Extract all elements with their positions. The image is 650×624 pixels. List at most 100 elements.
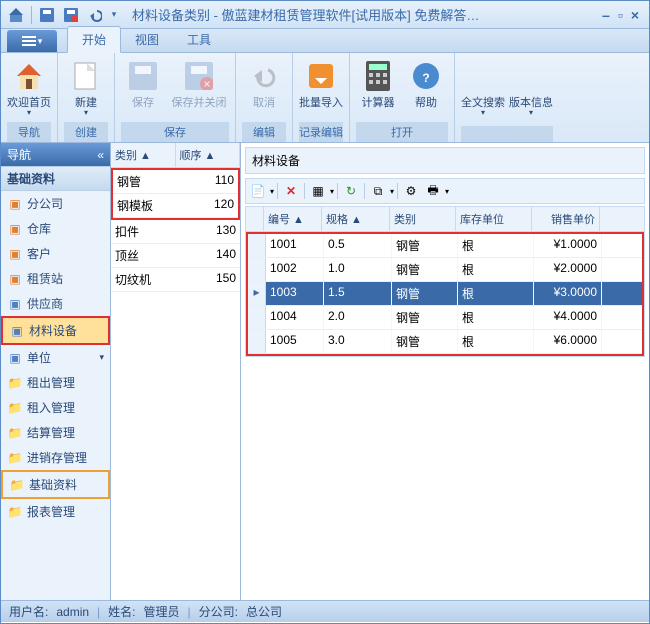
nav-collapse-icon[interactable]: « xyxy=(97,148,104,162)
grid-row[interactable]: 10042.0钢管根¥4.0000 xyxy=(248,306,642,330)
status-name-value: 管理员 xyxy=(144,603,180,620)
app-menu-button[interactable]: ▾ xyxy=(7,30,57,52)
window-controls: – ▫ × xyxy=(592,7,649,23)
nav-section-header[interactable]: 基础资料 xyxy=(1,166,110,191)
qat-dropdown-icon[interactable]: ▾ xyxy=(108,4,120,26)
group-open: 计算器 ? 帮助 打开 xyxy=(350,53,455,142)
category-row[interactable]: 钢模板120 xyxy=(113,194,238,218)
nav-item[interactable]: 📁报表管理 xyxy=(1,499,110,524)
maximize-button[interactable]: ▫ xyxy=(618,7,623,23)
calculator-button[interactable]: 计算器 xyxy=(356,57,400,122)
undo-icon[interactable] xyxy=(84,4,106,26)
import-icon xyxy=(305,60,337,92)
tab-tools[interactable]: 工具 xyxy=(173,27,225,52)
nav-item-icon: 📁 xyxy=(7,400,23,416)
nav-item-label: 租出管理 xyxy=(27,374,75,391)
col-cat[interactable]: 类别 xyxy=(390,207,456,231)
close-button[interactable]: × xyxy=(631,7,639,23)
nav-item[interactable]: ▣仓库 xyxy=(1,216,110,241)
nav-item[interactable]: ▣客户 xyxy=(1,241,110,266)
home-icon[interactable] xyxy=(5,4,27,26)
nav-item[interactable]: 📁进销存管理 xyxy=(1,445,110,470)
batch-import-button[interactable]: 批量导入 xyxy=(299,57,343,122)
grid-icon[interactable]: ▦ xyxy=(308,181,328,201)
status-user-value: admin xyxy=(56,605,89,619)
category-row[interactable]: 顶丝140 xyxy=(111,244,240,268)
nav-item[interactable]: ▣租赁站 xyxy=(1,266,110,291)
col-spec[interactable]: 规格 ▲ xyxy=(322,207,390,231)
nav-item-icon: 📁 xyxy=(7,425,23,441)
category-row[interactable]: 钢管110 xyxy=(113,170,238,194)
tab-start[interactable]: 开始 xyxy=(67,26,121,53)
nav-item-label: 供应商 xyxy=(27,295,63,312)
new-button[interactable]: 新建▾ xyxy=(64,57,108,122)
nav-item-label: 租赁站 xyxy=(27,270,63,287)
nav-item-icon: 📁 xyxy=(7,504,23,520)
house-icon xyxy=(13,60,45,92)
group-create: 新建▾ 创建 xyxy=(58,53,115,142)
settings-icon[interactable]: ⚙ xyxy=(401,181,421,201)
grid-body: 10010.5钢管根¥1.000010021.0钢管根¥2.0000▸10031… xyxy=(246,232,644,356)
nav-item[interactable]: 📁结算管理 xyxy=(1,420,110,445)
save-icon[interactable] xyxy=(36,4,58,26)
grid-row[interactable]: 10021.0钢管根¥2.0000 xyxy=(248,258,642,282)
nav-item-icon: ▣ xyxy=(7,350,23,366)
nav-item-icon: ▣ xyxy=(7,271,23,287)
ribbon-body: 欢迎首页▾ 导航 新建▾ 创建 保存 × 保存并关闭 保存 xyxy=(1,53,649,143)
nav-item[interactable]: ▣单位▾ xyxy=(1,345,110,370)
nav-item-icon: 📁 xyxy=(7,375,23,391)
save-close-button: × 保存并关闭 xyxy=(169,57,229,122)
group-recedit: 批量导入 记录编辑 xyxy=(293,53,350,142)
help-icon: ? xyxy=(410,60,442,92)
group-nav: 欢迎首页▾ 导航 xyxy=(1,53,58,142)
status-bar: 用户名: admin | 姓名: 管理员 | 分公司: 总公司 xyxy=(1,600,649,622)
refresh-icon[interactable]: ↻ xyxy=(341,181,361,201)
minimize-button[interactable]: – xyxy=(602,7,610,23)
undo-arrow-icon xyxy=(248,60,280,92)
category-row[interactable]: 扣件130 xyxy=(111,220,240,244)
nav-item[interactable]: ▣材料设备 xyxy=(1,316,110,345)
fullsearch-button[interactable]: 全文搜索▾ xyxy=(461,57,505,126)
nav-item[interactable]: 📁基础资料 xyxy=(1,470,110,499)
help-button[interactable]: ? 帮助 xyxy=(404,57,448,122)
status-name-label: 姓名: xyxy=(108,603,135,620)
col-price[interactable]: 销售单价 xyxy=(532,207,600,231)
disk-icon xyxy=(127,60,159,92)
group-save: 保存 × 保存并关闭 保存 xyxy=(115,53,236,142)
col-order[interactable]: 顺序 ▲ xyxy=(176,143,241,167)
grid-row[interactable]: 10053.0钢管根¥6.0000 xyxy=(248,330,642,354)
save-close-icon[interactable] xyxy=(60,4,82,26)
nav-item-icon: 📁 xyxy=(7,450,23,466)
tab-view[interactable]: 视图 xyxy=(121,27,173,52)
nav-item[interactable]: 📁租出管理 xyxy=(1,370,110,395)
nav-item[interactable]: 📁租入管理 xyxy=(1,395,110,420)
copy-icon[interactable]: ⧉ xyxy=(368,181,388,201)
grid-row[interactable]: 10010.5钢管根¥1.0000 xyxy=(248,234,642,258)
nav-item[interactable]: ▣供应商 xyxy=(1,291,110,316)
nav-item-label: 租入管理 xyxy=(27,399,75,416)
detail-toolbar: 📄▾ ✕ ▦▾ ↻ ⧉▾ ⚙ 🖶▾ xyxy=(245,178,645,204)
category-row[interactable]: 切纹机150 xyxy=(111,268,240,292)
grid-header: 编号 ▲ 规格 ▲ 类别 库存单位 销售单价 xyxy=(246,207,644,232)
window-title: 材料设备类别 - 傲蓝建材租赁管理软件[试用版本] 免费解答… xyxy=(124,5,592,24)
status-branch-label: 分公司: xyxy=(199,603,238,620)
disk-close-icon: × xyxy=(183,60,215,92)
detail-grid: 编号 ▲ 规格 ▲ 类别 库存单位 销售单价 10010.5钢管根¥1.0000… xyxy=(245,206,645,357)
nav-item-icon: ▣ xyxy=(7,221,23,237)
new-row-icon[interactable]: 📄 xyxy=(248,181,268,201)
home-button[interactable]: 欢迎首页▾ xyxy=(7,57,51,122)
search-icon xyxy=(467,60,499,92)
nav-item-icon: ▣ xyxy=(9,323,25,339)
nav-item-icon: ▣ xyxy=(7,296,23,312)
separator-icon xyxy=(31,6,32,24)
detail-title: 材料设备 xyxy=(245,147,645,174)
col-id[interactable]: 编号 ▲ xyxy=(264,207,322,231)
delete-icon[interactable]: ✕ xyxy=(281,181,301,201)
nav-item[interactable]: ▣分公司 xyxy=(1,191,110,216)
quick-access-toolbar: ▾ xyxy=(1,4,124,26)
print-icon[interactable]: 🖶 xyxy=(423,181,443,201)
col-unit[interactable]: 库存单位 xyxy=(456,207,532,231)
col-category[interactable]: 类别 ▲ xyxy=(111,143,176,167)
version-button[interactable]: 版本信息▾ xyxy=(509,57,553,126)
grid-row[interactable]: ▸10031.5钢管根¥3.0000 xyxy=(248,282,642,306)
